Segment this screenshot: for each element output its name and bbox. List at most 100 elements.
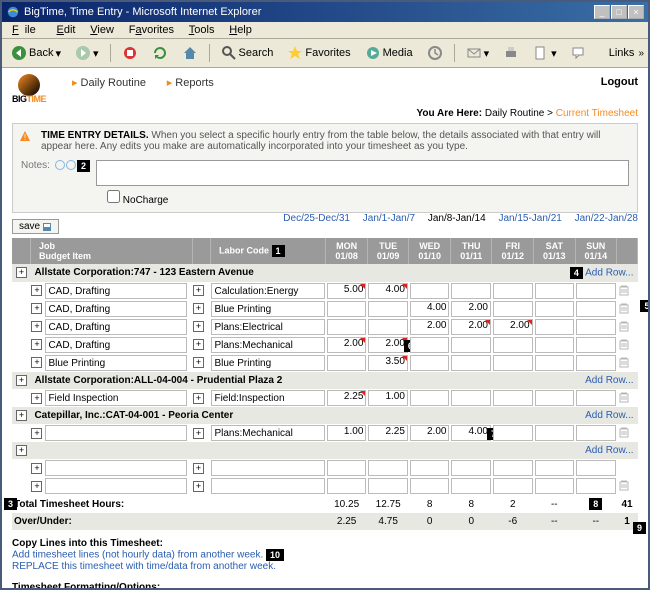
expand-button[interactable]: + xyxy=(193,303,204,314)
hour-cell[interactable] xyxy=(535,283,575,299)
hour-cell[interactable] xyxy=(410,355,450,371)
hour-cell[interactable] xyxy=(493,301,533,317)
delete-icon[interactable] xyxy=(618,356,630,368)
hour-cell[interactable] xyxy=(576,425,616,441)
hour-cell[interactable] xyxy=(576,355,616,371)
copy-replace-link[interactable]: REPLACE this timesheet with time/data fr… xyxy=(12,561,638,572)
job-input[interactable] xyxy=(45,390,187,406)
expand-button[interactable]: + xyxy=(31,357,42,368)
hour-cell[interactable] xyxy=(576,460,616,476)
hour-cell[interactable] xyxy=(535,355,575,371)
expand-button[interactable]: + xyxy=(31,285,42,296)
home-button[interactable] xyxy=(177,42,203,64)
hour-cell[interactable] xyxy=(368,478,408,494)
nocharge-checkbox[interactable] xyxy=(107,190,120,203)
hour-cell[interactable] xyxy=(327,478,367,494)
job-input[interactable] xyxy=(45,319,187,335)
expand-button[interactable]: + xyxy=(193,463,204,474)
hour-cell[interactable] xyxy=(451,283,491,299)
expand-button[interactable]: + xyxy=(31,393,42,404)
hour-cell[interactable] xyxy=(368,301,408,317)
hour-cell[interactable] xyxy=(368,319,408,335)
hour-cell[interactable]: 3.50 xyxy=(368,355,408,371)
delete-icon[interactable] xyxy=(618,391,630,403)
expand-button[interactable]: + xyxy=(193,321,204,332)
expand-button[interactable]: + xyxy=(31,481,42,492)
expand-button[interactable]: + xyxy=(193,481,204,492)
menu-edit[interactable]: Edit xyxy=(51,22,82,38)
expand-button[interactable]: + xyxy=(193,393,204,404)
expand-button[interactable]: + xyxy=(193,357,204,368)
laborcode-input[interactable] xyxy=(211,478,324,494)
menu-view[interactable]: View xyxy=(84,22,120,38)
laborcode-input[interactable] xyxy=(211,425,324,441)
close-button[interactable]: × xyxy=(628,5,644,19)
add-row-link[interactable]: Add Row... xyxy=(585,375,633,386)
discuss-button[interactable] xyxy=(566,42,592,64)
hour-cell[interactable] xyxy=(576,319,616,335)
job-input[interactable] xyxy=(45,460,187,476)
laborcode-input[interactable] xyxy=(211,390,324,406)
hour-cell[interactable] xyxy=(451,460,491,476)
add-row-link[interactable]: Add Row... xyxy=(585,445,633,456)
hour-cell[interactable] xyxy=(576,478,616,494)
laborcode-input[interactable] xyxy=(211,337,324,353)
hour-cell[interactable]: 2.00 xyxy=(410,319,450,335)
expand-button[interactable]: + xyxy=(31,303,42,314)
expand-button[interactable]: + xyxy=(193,339,204,350)
week-4[interactable]: Jan/15-Jan/21 xyxy=(498,213,561,224)
forward-button[interactable]: ▾ xyxy=(70,42,104,64)
expand-button[interactable]: + xyxy=(16,267,27,278)
hour-cell[interactable] xyxy=(493,283,533,299)
links-label[interactable]: Links xyxy=(609,47,635,59)
hour-cell[interactable] xyxy=(327,319,367,335)
delete-icon[interactable] xyxy=(618,338,630,350)
hour-cell[interactable] xyxy=(327,355,367,371)
hour-cell[interactable]: 4.00 xyxy=(368,283,408,299)
hour-cell[interactable] xyxy=(493,478,533,494)
menu-tools[interactable]: Tools xyxy=(183,22,221,38)
notes-prev-button[interactable] xyxy=(55,160,65,170)
menu-help[interactable]: Help xyxy=(223,22,258,38)
save-button[interactable]: save xyxy=(12,219,59,234)
menu-favorites[interactable]: Favorites xyxy=(123,22,180,38)
expand-button[interactable]: + xyxy=(16,445,27,456)
nav-reports[interactable]: ▸Reports xyxy=(167,77,214,89)
hour-cell[interactable] xyxy=(535,478,575,494)
hour-cell[interactable]: 4.007 xyxy=(451,425,491,441)
hour-cell[interactable]: 4.00 xyxy=(410,301,450,317)
notes-next-button[interactable] xyxy=(66,160,76,170)
hour-cell[interactable] xyxy=(535,460,575,476)
laborcode-input[interactable] xyxy=(211,301,324,317)
hour-cell[interactable] xyxy=(410,390,450,406)
hour-cell[interactable] xyxy=(493,390,533,406)
back-button[interactable]: Back ▾ xyxy=(6,42,66,64)
add-row-link[interactable]: Add Row... xyxy=(585,410,633,421)
hour-cell[interactable] xyxy=(493,337,533,353)
hour-cell[interactable]: 2.00 xyxy=(451,319,491,335)
hour-cell[interactable] xyxy=(327,301,367,317)
hour-cell[interactable] xyxy=(576,283,616,299)
expand-button[interactable]: + xyxy=(193,428,204,439)
hour-cell[interactable] xyxy=(410,337,450,353)
hour-cell[interactable]: 1.00 xyxy=(327,425,367,441)
hour-cell[interactable] xyxy=(410,460,450,476)
week-1[interactable]: Dec/25-Dec/31 xyxy=(283,213,350,224)
delete-icon[interactable] xyxy=(618,302,630,314)
laborcode-input[interactable] xyxy=(211,355,324,371)
favorites-button[interactable]: Favorites xyxy=(282,42,355,64)
hour-cell[interactable] xyxy=(535,337,575,353)
hour-cell[interactable] xyxy=(327,460,367,476)
hour-cell[interactable] xyxy=(576,337,616,353)
print-button[interactable] xyxy=(498,42,524,64)
maximize-button[interactable]: □ xyxy=(611,5,627,19)
copy-add-lines-link[interactable]: Add timesheet lines (not hourly data) fr… xyxy=(12,549,638,561)
hour-cell[interactable] xyxy=(535,425,575,441)
hour-cell[interactable] xyxy=(451,390,491,406)
hour-cell[interactable] xyxy=(535,390,575,406)
logout-link[interactable]: Logout xyxy=(601,76,638,88)
hour-cell[interactable]: 1.00 xyxy=(368,390,408,406)
hour-cell[interactable]: 2.00 xyxy=(451,301,491,317)
expand-button[interactable]: + xyxy=(31,339,42,350)
hour-cell[interactable] xyxy=(493,355,533,371)
